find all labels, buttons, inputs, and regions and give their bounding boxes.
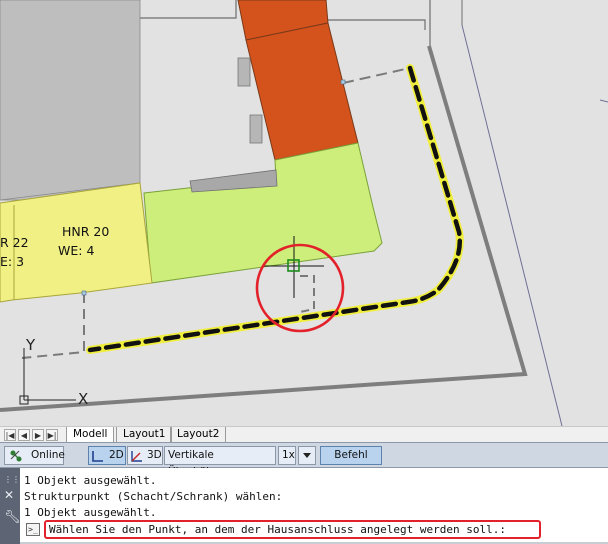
command-prompt-icon: >_ <box>26 523 40 536</box>
parcel-label-hnr22: R 22 <box>0 235 29 250</box>
command-input[interactable]: Wählen Sie den Punkt, an dem der Hausans… <box>44 520 541 539</box>
view-3d-button[interactable]: 3D <box>127 446 163 465</box>
history-line: 1 Objekt ausgewählt. <box>24 506 157 519</box>
close-icon[interactable]: ✕ <box>4 489 14 501</box>
command-line-sidebar: ⋮⋮ ✕ 🔧︎ <box>0 468 21 544</box>
settings-wrench-icon[interactable]: 🔧︎ <box>4 511 21 524</box>
grip-handle-icon[interactable]: ⋮⋮ <box>4 474 20 485</box>
last-tab-button[interactable]: ▶| <box>46 429 58 441</box>
status-bar: Online 2D 3D Vertikale Überhöhung: 1x Be… <box>0 442 608 478</box>
tab-layout2[interactable]: Layout2 <box>170 427 227 443</box>
view-3d-label: 3D <box>147 449 162 461</box>
ucs-x-label: X <box>78 390 88 408</box>
online-icon <box>10 450 22 462</box>
layout-tab-bar: |◀ ◀ ▶ ▶| Modell Layout1 Layout2 <box>0 426 608 443</box>
parcel-label-we3: E: 3 <box>0 254 24 269</box>
view-3d-icon <box>131 451 142 462</box>
vertical-exaggeration-label: Vertikale Überhöhung: <box>164 446 276 478</box>
vertical-exaggeration-dropdown[interactable] <box>298 446 316 465</box>
ucs-y-label: Y <box>25 336 36 354</box>
command-button[interactable]: Befehl <box>320 446 382 465</box>
tab-layout1[interactable]: Layout1 <box>116 427 173 443</box>
online-button[interactable]: Online <box>4 446 65 465</box>
next-tab-button[interactable]: ▶ <box>32 429 44 441</box>
vertical-exaggeration-select[interactable]: 1x <box>278 446 296 465</box>
cad-drawing[interactable]: HNR 20 WE: 4 R 22 E: 3 Y X <box>0 0 608 426</box>
online-label: Online <box>31 449 65 461</box>
history-line: 1 Objekt ausgewählt. <box>24 474 157 487</box>
grip-point <box>340 79 346 85</box>
grip-point <box>81 290 87 296</box>
drawing-canvas[interactable]: HNR 20 WE: 4 R 22 E: 3 Y X <box>0 0 608 426</box>
command-prompt-text: Wählen Sie den Punkt, an dem der Hausans… <box>49 523 506 536</box>
view-2d-icon <box>92 451 103 462</box>
building-gray <box>0 0 141 201</box>
view-2d-label: 2D <box>109 449 124 461</box>
prev-tab-button[interactable]: ◀ <box>18 429 30 441</box>
tab-modell[interactable]: Modell <box>66 427 115 443</box>
history-line: Strukturpunkt (Schacht/Schrank) wählen: <box>24 490 283 503</box>
parcel-label-hnr20: HNR 20 <box>62 224 109 239</box>
parcel-label-we4: WE: 4 <box>58 243 94 258</box>
command-line-window: ⋮⋮ ✕ 🔧︎ 1 Objekt ausgewählt. Strukturpunk… <box>0 468 608 544</box>
dropdown-arrow-icon <box>303 453 311 458</box>
view-2d-button[interactable]: 2D <box>88 446 126 465</box>
first-tab-button[interactable]: |◀ <box>4 429 16 441</box>
command-history: 1 Objekt ausgewählt. Strukturpunkt (Schac… <box>24 473 282 521</box>
